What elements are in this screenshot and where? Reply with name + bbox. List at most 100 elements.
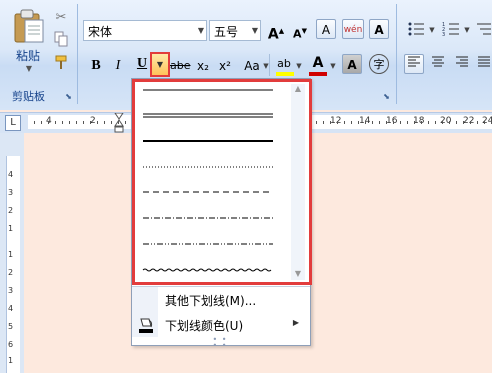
more-underlines-label: 其他下划线(M)... (165, 294, 257, 308)
ruler-tick (104, 121, 105, 124)
shrink-font-button[interactable]: A▼ (290, 20, 310, 41)
svg-text:3: 3 (442, 32, 445, 37)
copy-icon[interactable] (52, 31, 70, 49)
font-color-button[interactable]: A (308, 52, 328, 72)
subscript-label: x₂ (197, 59, 209, 73)
ruler-tick (118, 121, 119, 124)
paste-button-label[interactable]: 粘贴 (10, 47, 46, 64)
ruler-number: 4 (8, 170, 14, 179)
paste-icon[interactable] (12, 8, 46, 44)
strikethrough-label: abe (170, 59, 191, 72)
chevron-down-icon[interactable]: ▼ (428, 26, 436, 34)
font-color-label: A (312, 55, 324, 71)
strikethrough-button[interactable]: abe (169, 55, 191, 75)
underline-dropdown-button[interactable]: ▼ (150, 52, 170, 77)
enclose-characters-button[interactable]: 字 (369, 54, 389, 74)
underline-button[interactable]: U (133, 54, 151, 75)
subscript-button[interactable]: x₂ (193, 55, 213, 75)
ruler-tick (323, 121, 324, 124)
ruler-tick (76, 121, 77, 124)
justify-icon[interactable] (475, 54, 492, 74)
ruler-tick (484, 121, 485, 124)
ruler-tick (351, 121, 352, 124)
ruler-tick (463, 121, 464, 124)
change-case-button[interactable]: Aa (240, 55, 264, 75)
clear-format-button[interactable]: A (316, 19, 336, 39)
ruler-tick (393, 121, 394, 124)
grow-font-label: A (267, 26, 279, 43)
chevron-down-icon[interactable]: ▼ (329, 62, 337, 70)
ruler-number: 16 (386, 116, 398, 126)
clear-format-label: A (321, 23, 331, 37)
align-left-icon[interactable] (404, 54, 424, 74)
ruler-tick (97, 121, 98, 124)
chevron-down-icon[interactable]: ▼ (295, 62, 303, 70)
dialog-launcher-icon[interactable]: ⬊ (382, 92, 391, 101)
resize-grip-icon[interactable]: • • • • (210, 336, 230, 350)
phonetic-guide-button[interactable]: wén (342, 19, 364, 39)
indent-marker-icon[interactable] (114, 112, 124, 133)
ruler-tick (55, 121, 56, 124)
chevron-down-icon[interactable]: ▼ (24, 64, 34, 73)
superscript-button[interactable]: x² (215, 55, 235, 75)
bullets-icon[interactable] (405, 20, 427, 40)
font-size-combo[interactable]: 五号 ▼ (209, 20, 261, 41)
ruler-tick (400, 121, 401, 124)
bold-label: B (91, 58, 101, 73)
dialog-launcher-icon[interactable]: ⬊ (64, 92, 73, 101)
ruler-tick (48, 121, 49, 124)
ruler-tick (337, 121, 338, 124)
underline-color-menu-item[interactable]: 下划线颜色(U) ▶ (133, 314, 309, 336)
ruler-tick (386, 121, 387, 124)
clipboard-group-label: 剪贴板 (12, 90, 45, 103)
align-center-icon[interactable] (428, 54, 448, 74)
numbering-icon[interactable]: 123 (440, 20, 462, 40)
ruler-number: 1 (8, 224, 14, 233)
ruler-number: 6 (8, 340, 14, 349)
grow-font-button[interactable]: A▲ (266, 20, 286, 43)
cut-icon[interactable]: ✂ (52, 9, 70, 27)
ruler-tick (111, 121, 112, 124)
ruler-tick (407, 121, 408, 124)
chevron-down-icon[interactable]: ▼ (198, 26, 204, 35)
ruler-tick (83, 121, 84, 124)
bold-button[interactable]: B (86, 55, 106, 75)
tab-selector[interactable]: L (5, 115, 21, 131)
chevron-down-icon[interactable]: ▼ (252, 26, 258, 35)
format-painter-icon[interactable] (52, 54, 70, 72)
ruler-tick (90, 121, 91, 124)
superscript-label: x² (219, 59, 231, 73)
paint-bucket-icon (137, 316, 155, 334)
ruler-tick (358, 121, 359, 124)
font-color-bar (309, 72, 327, 76)
ruler-number: 12 (330, 116, 342, 126)
ruler-number: 3 (8, 188, 14, 197)
ruler-tick (316, 121, 317, 124)
ruler-tick (435, 121, 436, 124)
tab-selector-label: L (10, 117, 16, 128)
ruler-number: 2 (8, 206, 14, 215)
ruler-tick (470, 121, 471, 124)
align-right-icon[interactable] (452, 54, 472, 74)
multilevel-list-icon[interactable] (474, 20, 492, 40)
font-name-combo[interactable]: 宋体 ▼ (83, 20, 207, 41)
character-border-button[interactable]: A (369, 19, 389, 39)
change-case-label: Aa (244, 59, 260, 73)
underline-styles-highlight (132, 79, 312, 285)
ruler-tick (442, 121, 443, 124)
chevron-down-icon[interactable]: ▼ (463, 26, 471, 34)
divider (269, 54, 270, 76)
ruler-number: 1 (8, 356, 14, 365)
highlight-button[interactable]: ab (274, 53, 294, 73)
font-name-value: 宋体 (88, 25, 113, 39)
underline-label: U (136, 56, 148, 71)
group-divider (396, 4, 397, 104)
font-size-value: 五号 (214, 25, 239, 39)
enclose-characters-label: 字 (373, 58, 385, 71)
ruler-tick (69, 121, 70, 124)
ruler-tick (449, 121, 450, 124)
more-underlines-menu-item[interactable]: 其他下划线(M)... (133, 289, 309, 311)
ruler-tick (477, 121, 478, 124)
character-shading-button[interactable]: A (342, 54, 362, 74)
italic-button[interactable]: I (108, 55, 128, 75)
